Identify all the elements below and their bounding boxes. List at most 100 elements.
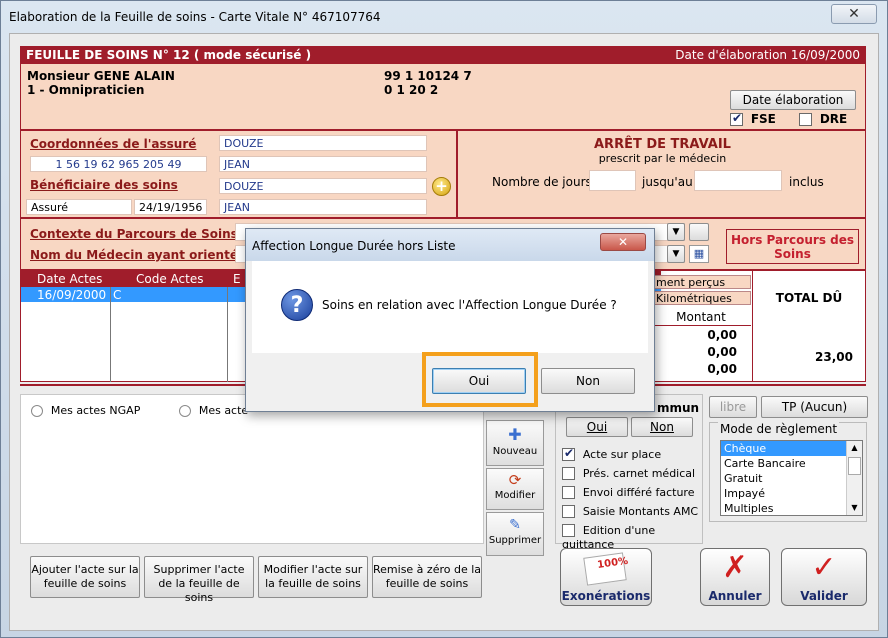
check-saisie-amc[interactable]: Saisie Montants AMC — [562, 504, 698, 518]
medecin-dropdown-button[interactable]: ▼ — [667, 245, 685, 263]
montant-label: Montant — [676, 310, 726, 324]
check-envoi-differe[interactable]: Envoi différé facture — [562, 485, 694, 499]
radio-other-button[interactable] — [179, 404, 191, 417]
dre-checkbox-box[interactable] — [799, 113, 812, 126]
reset-sheet-button[interactable]: Remise à zéro de la feuille de soins — [372, 556, 482, 598]
doctor-name: Monsieur GENE ALAIN — [27, 69, 175, 83]
nouveau-button[interactable]: ✚ Nouveau — [486, 420, 544, 466]
beneficiary-link[interactable]: Bénéficiaire des soins — [30, 178, 178, 192]
list-item[interactable]: Carte Bancaire — [721, 456, 862, 471]
check-carnet-medical[interactable]: Prés. carnet médical — [562, 466, 695, 480]
exonerations-label: Exonérations — [561, 589, 651, 603]
scroll-down-icon[interactable]: ▼ — [847, 501, 862, 515]
dialog-oui-button[interactable]: Oui — [432, 368, 526, 394]
hors-parcours-badge[interactable]: Hors Parcours des Soins — [726, 229, 859, 264]
valider-label: Valider — [800, 589, 848, 603]
calendar-icon[interactable]: ▦ — [689, 245, 709, 263]
window-title: Elaboration de la Feuille de soins - Car… — [9, 10, 381, 24]
medecin-oriente-link[interactable]: Nom du Médecin ayant orienté — [30, 248, 238, 262]
mode-reglement-list[interactable]: Chèque Carte Bancaire Gratuit Impayé Mul… — [720, 440, 863, 516]
insured-firstname-field[interactable]: JEAN — [219, 156, 427, 172]
add-act-button[interactable]: Ajouter l'acte sur la feuille de soins — [30, 556, 140, 598]
list-item[interactable]: Impayé — [721, 486, 862, 501]
context-extra-button[interactable] — [689, 223, 709, 241]
check-quittance-box[interactable] — [562, 524, 575, 537]
insured-name-field[interactable]: DOUZE — [219, 135, 427, 151]
list-item[interactable]: Gratuit — [721, 471, 862, 486]
commun-non-button[interactable]: Non — [631, 417, 693, 437]
modifier-label: Modifier — [494, 490, 536, 501]
radio-ngap[interactable]: Mes actes NGAP — [31, 403, 140, 417]
percus-label: ment perçus — [651, 275, 751, 289]
libre-button[interactable]: libre — [709, 396, 757, 418]
nouveau-icon: ✚ — [508, 425, 522, 444]
check-icon: ✓ — [811, 550, 837, 585]
dre-checkbox[interactable]: DRE — [799, 112, 847, 126]
valider-button[interactable]: ✓ Valider — [781, 548, 867, 606]
arret-title: ARRÊT DE TRAVAIL — [594, 137, 731, 152]
check-saisie-amc-label: Saisie Montants AMC — [582, 505, 699, 518]
beneficiary-dob-field[interactable]: 24/19/1956 — [134, 199, 207, 215]
col-code-header[interactable]: Code Actes — [136, 272, 203, 286]
list-item[interactable]: Chèque — [721, 441, 862, 456]
commun-oui-button[interactable]: Oui — [566, 417, 628, 437]
col-date-header[interactable]: Date Actes — [37, 272, 102, 286]
context-dropdown-button[interactable]: ▼ — [667, 223, 685, 241]
date-elaboration-button[interactable]: Date élaboration — [730, 90, 856, 110]
radio-other[interactable]: Mes acte — [179, 403, 248, 417]
montant-value-2: 0,00 — [707, 345, 737, 359]
dre-label: DRE — [819, 112, 848, 126]
fse-header: FEUILLE DE SOINS N° 12 ( mode sécurisé )… — [20, 46, 866, 64]
col-e-header[interactable]: E — [233, 272, 241, 286]
check-envoi-differe-label: Envoi différé facture — [582, 486, 695, 499]
supprimer-button[interactable]: ✎ Supprimer — [486, 512, 544, 556]
exonerations-button[interactable]: 100% Exonérations — [560, 548, 652, 606]
arret-panel: ARRÊT DE TRAVAIL prescrit par le médecin… — [457, 130, 866, 218]
dialog-title-bar: Affection Longue Durée hors Liste ✕ — [246, 229, 654, 261]
supprimer-icon: ✎ — [509, 517, 521, 533]
list-item[interactable]: Multiples — [721, 501, 862, 516]
days-label: Nombre de jours — [492, 175, 592, 189]
list-scrollbar[interactable]: ▲ ▼ — [846, 441, 862, 515]
insured-nir-field[interactable]: 1 56 19 62 965 205 49 — [30, 156, 207, 172]
check-acte-sur-place-box[interactable] — [562, 446, 575, 461]
insured-coord-link[interactable]: Coordonnées de l'assuré — [30, 137, 196, 151]
modifier-button[interactable]: ⟳ Modifier — [486, 468, 544, 510]
check-acte-sur-place-label: Acte sur place — [582, 448, 662, 461]
radio-ngap-button[interactable] — [31, 404, 43, 417]
beneficiary-type-field[interactable]: Assuré — [26, 199, 132, 215]
dialog-non-button[interactable]: Non — [541, 368, 635, 394]
commun-label: mmun — [657, 401, 700, 415]
check-carnet-medical-box[interactable] — [562, 467, 575, 480]
doctor-specialty: 1 - Omnipraticien — [27, 83, 145, 97]
commun-panel: mmun Oui Non Acte sur place Prés. carnet… — [555, 394, 703, 551]
annuler-button[interactable]: ✗ Annuler — [700, 548, 770, 606]
exo-badge: 100% — [596, 555, 629, 571]
days-input[interactable] — [589, 170, 636, 191]
total-value: 23,00 — [815, 350, 853, 364]
tp-button[interactable]: TP (Aucun) — [761, 396, 868, 418]
scroll-thumb[interactable] — [848, 457, 861, 475]
context-parcours-link[interactable]: Contexte du Parcours de Soins — [30, 227, 238, 241]
add-beneficiary-icon[interactable]: + — [432, 177, 451, 196]
doctor-id-2: 0 1 20 2 — [384, 83, 439, 97]
check-acte-sur-place[interactable]: Acte sur place — [562, 446, 662, 461]
check-saisie-amc-box[interactable] — [562, 505, 575, 518]
check-envoi-differe-box[interactable] — [562, 486, 575, 499]
until-date-input[interactable] — [694, 170, 782, 191]
fse-checkbox[interactable]: FSE — [730, 111, 776, 126]
delete-act-button[interactable]: Supprimer l'acte de la feuille de soins — [144, 556, 254, 604]
window-close-button[interactable]: ✕ — [831, 4, 877, 24]
row-code: C — [113, 288, 122, 302]
inclus-label: inclus — [789, 175, 824, 189]
beneficiary-firstname-field[interactable]: JEAN — [219, 199, 427, 215]
title-bar: Elaboration de la Feuille de soins - Car… — [1, 1, 887, 33]
scroll-up-icon[interactable]: ▲ — [847, 441, 862, 455]
arret-subtitle: prescrit par le médecin — [598, 152, 727, 165]
dialog-close-button[interactable]: ✕ — [600, 233, 646, 251]
beneficiary-name-field[interactable]: DOUZE — [219, 178, 427, 194]
edit-act-button[interactable]: Modifier l'acte sur la feuille de soins — [258, 556, 368, 598]
mode-reglement-group: Mode de règlement Chèque Carte Bancaire … — [709, 422, 867, 522]
check-quittance[interactable]: Edition d'une quittance — [562, 523, 702, 551]
fse-checkbox-box[interactable] — [730, 111, 743, 126]
